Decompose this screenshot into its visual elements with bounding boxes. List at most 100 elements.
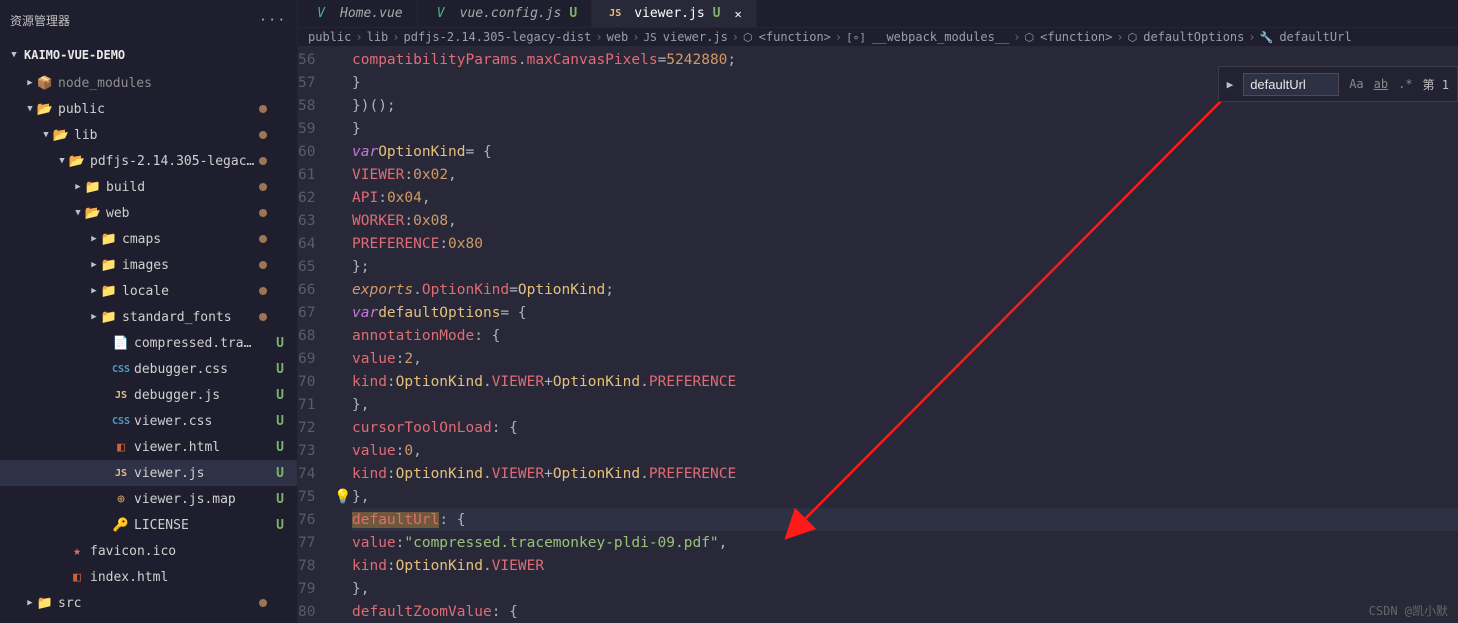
code-line[interactable]: } [352, 117, 1458, 140]
code-line[interactable]: VIEWER: 0x02, [352, 163, 1458, 186]
file-icon: CSS [112, 364, 130, 375]
tree-item[interactable]: ★favicon.icoU [0, 538, 297, 564]
code-line[interactable]: value: 2, [352, 347, 1458, 370]
breadcrumb-segment[interactable]: pdfjs-2.14.305-legacy-dist [404, 30, 592, 44]
regex-icon[interactable]: .* [1398, 77, 1412, 91]
tree-item[interactable]: ⊕viewer.js.mapU [0, 486, 297, 512]
file-name: build [106, 180, 259, 195]
find-expand-icon[interactable]: ▶ [1227, 78, 1234, 91]
breadcrumb-icon: ⬡ [1025, 31, 1035, 44]
tree-item[interactable]: ◧index.htmlU [0, 564, 297, 590]
chevron-icon: ▼ [72, 208, 84, 218]
tree-item[interactable]: ▶📁imagesU [0, 252, 297, 278]
code-content[interactable]: compatibilityParams.maxCanvasPixels = 52… [352, 46, 1458, 623]
code-line[interactable]: var OptionKind = { [352, 140, 1458, 163]
file-name: web [106, 206, 259, 221]
breadcrumb-segment[interactable]: __webpack_modules__ [872, 30, 1009, 44]
editor-tab[interactable]: VHome.vue [298, 0, 418, 27]
find-panel[interactable]: ▶ Aa ab .* 第 1 [1218, 66, 1458, 102]
code-line[interactable]: WORKER: 0x08, [352, 209, 1458, 232]
code-line[interactable]: annotationMode: { [352, 324, 1458, 347]
file-name: viewer.js [134, 466, 259, 481]
tree-item[interactable]: 🔑LICENSEU [0, 512, 297, 538]
file-icon: 📁 [100, 258, 118, 273]
file-name: viewer.css [134, 414, 259, 429]
tree-item[interactable]: ▼📂pdfjs-2.14.305-legacy-…U [0, 148, 297, 174]
file-icon: 📁 [100, 284, 118, 299]
code-line[interactable]: }, [352, 577, 1458, 600]
tree-item[interactable]: JSviewer.jsU [0, 460, 297, 486]
line-number: 67 [298, 301, 334, 324]
tree-item[interactable]: CSSdebugger.cssU [0, 356, 297, 382]
tree-item[interactable]: ▶📁buildU [0, 174, 297, 200]
tree-item[interactable]: ▶📁srcU [0, 590, 297, 616]
lightbulb-icon[interactable]: 💡 [334, 489, 351, 505]
find-input[interactable] [1243, 73, 1339, 96]
code-line[interactable]: defaultZoomValue: { [352, 600, 1458, 623]
tree-item[interactable]: ◧viewer.htmlU [0, 434, 297, 460]
chevron-icon: ▼ [24, 104, 36, 114]
match-case-icon[interactable]: Aa [1349, 77, 1363, 91]
code-line[interactable]: kind: OptionKind.VIEWER [352, 554, 1458, 577]
tree-item[interactable]: ▶📁cmapsU [0, 226, 297, 252]
file-icon: 📂 [36, 102, 54, 117]
breadcrumb-segment[interactable]: defaultOptions [1143, 30, 1244, 44]
tree-item[interactable]: ▼📂publicU [0, 96, 297, 122]
code-line[interactable]: kind: OptionKind.VIEWER + OptionKind.PRE… [352, 462, 1458, 485]
breadcrumb-separator: › [355, 30, 362, 44]
explorer-more-icon[interactable]: ··· [259, 13, 287, 27]
code-line[interactable]: 💡 }, [352, 485, 1458, 508]
tree-item[interactable]: JSdebugger.jsU [0, 382, 297, 408]
breadcrumb-segment[interactable]: viewer.js [663, 30, 728, 44]
breadcrumb-segment[interactable]: lib [367, 30, 389, 44]
code-line[interactable]: PREFERENCE: 0x80 [352, 232, 1458, 255]
file-icon: 📁 [36, 596, 54, 611]
tree-item[interactable]: 📄compressed.tracemo…U [0, 330, 297, 356]
file-icon: 📦 [36, 76, 54, 91]
tree-item[interactable]: ▶📦node_modulesU [0, 70, 297, 96]
code-line[interactable]: defaultUrl: { [352, 508, 1458, 531]
file-name: viewer.js.map [134, 492, 259, 507]
project-root[interactable]: ▼ KAIMO-VUE-DEMO [0, 40, 297, 70]
line-number: 60 [298, 140, 334, 163]
breadcrumb-segment[interactable]: <function> [759, 30, 831, 44]
code-line[interactable]: exports.OptionKind = OptionKind; [352, 278, 1458, 301]
breadcrumb-icon: JS [644, 31, 657, 44]
git-dot-icon [259, 235, 267, 243]
breadcrumb-separator: › [1013, 30, 1020, 44]
code-line[interactable]: cursorToolOnLoad: { [352, 416, 1458, 439]
code-line[interactable]: }, [352, 393, 1458, 416]
git-status: U [273, 336, 287, 351]
code-line[interactable]: kind: OptionKind.VIEWER + OptionKind.PRE… [352, 370, 1458, 393]
git-status: U [273, 518, 287, 533]
git-status: U [273, 388, 287, 403]
breadcrumb-segment[interactable]: <function> [1040, 30, 1112, 44]
tab-label: vue.config.js [460, 6, 562, 21]
line-number: 77 [298, 531, 334, 554]
tree-item[interactable]: ▶📁standard_fontsU [0, 304, 297, 330]
git-status: U [273, 440, 287, 455]
breadcrumb-segment[interactable]: web [607, 30, 629, 44]
git-status: U [273, 414, 287, 429]
file-icon: JS [112, 390, 130, 401]
breadcrumb-icon: 🔧 [1260, 31, 1274, 44]
file-icon: 📁 [100, 232, 118, 247]
code-line[interactable]: value: 0, [352, 439, 1458, 462]
editor-tab[interactable]: JSviewer.jsU✕ [592, 0, 757, 27]
code-line[interactable]: value: "compressed.tracemonkey-pldi-09.p… [352, 531, 1458, 554]
tree-item[interactable]: ▼📂libU [0, 122, 297, 148]
editor-tab[interactable]: Vvue.config.jsU [418, 0, 593, 27]
close-icon[interactable]: ✕ [734, 7, 741, 21]
line-number: 80 [298, 600, 334, 623]
code-editor[interactable]: 5657585960616263646566676869707172737475… [298, 46, 1458, 623]
breadcrumb-segment[interactable]: defaultUrl [1279, 30, 1351, 44]
whole-word-icon[interactable]: ab [1374, 77, 1388, 91]
tree-item[interactable]: ▼📂webU [0, 200, 297, 226]
git-dot-icon [259, 183, 267, 191]
tree-item[interactable]: CSSviewer.cssU [0, 408, 297, 434]
code-line[interactable]: API: 0x04, [352, 186, 1458, 209]
code-line[interactable]: var defaultOptions = { [352, 301, 1458, 324]
breadcrumb-segment[interactable]: public [308, 30, 351, 44]
code-line[interactable]: }; [352, 255, 1458, 278]
tree-item[interactable]: ▶📁localeU [0, 278, 297, 304]
